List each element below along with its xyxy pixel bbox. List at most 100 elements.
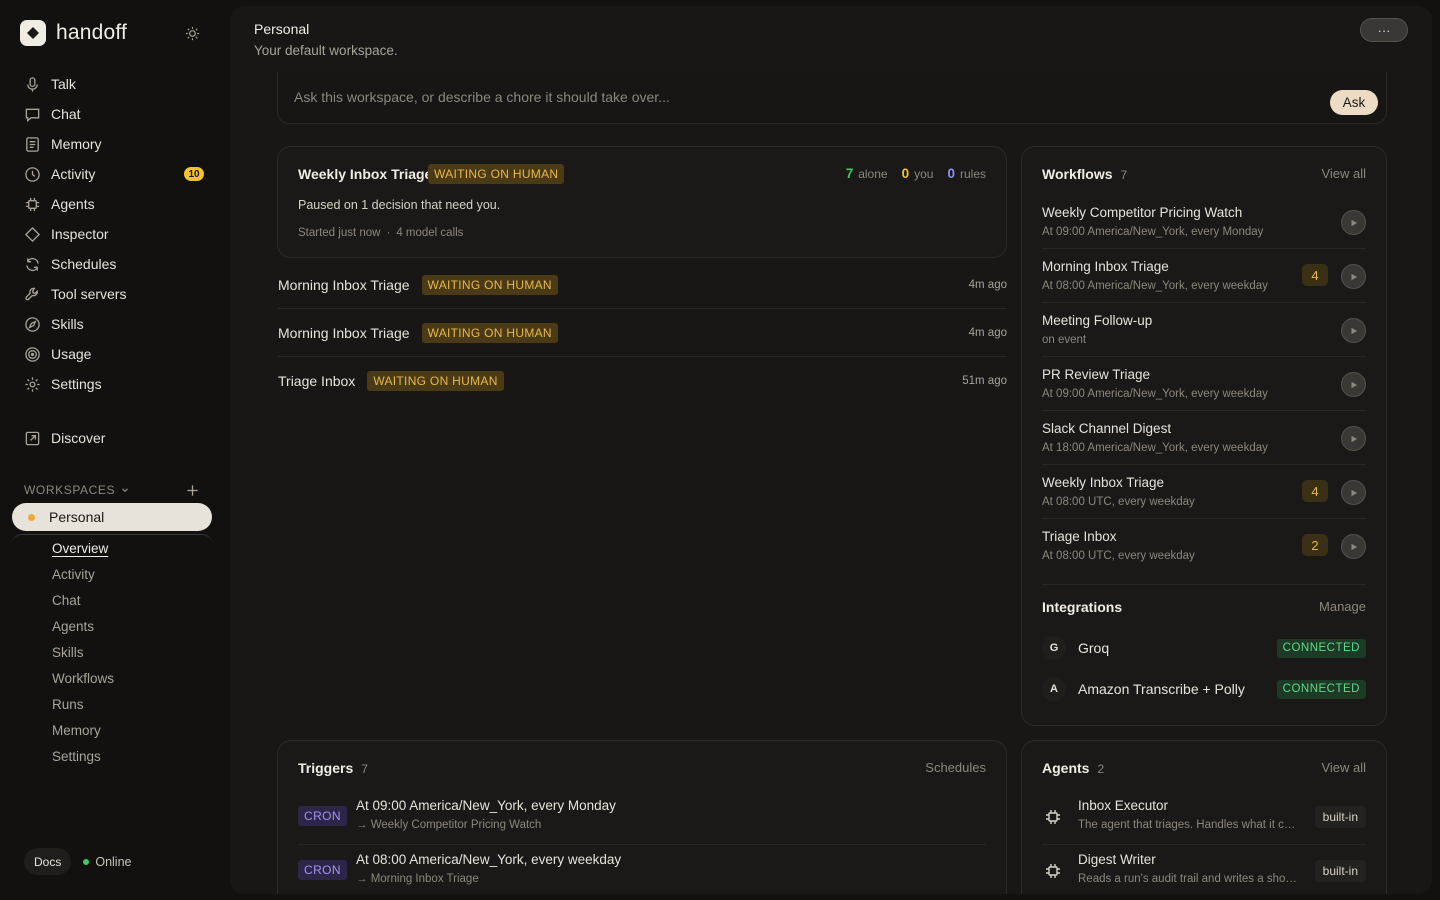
discover-section: Discover xyxy=(12,423,212,453)
active-run-card[interactable]: Weekly Inbox Triage WAITING ON HUMAN 7 a… xyxy=(277,146,1007,258)
nav-discover[interactable]: Discover xyxy=(12,423,212,453)
subnav-overview[interactable]: Overview xyxy=(12,535,212,561)
subnav-chat[interactable]: Chat xyxy=(12,587,212,613)
integration-row[interactable]: A Amazon Transcribe + Polly CONNECTED xyxy=(1042,675,1366,703)
integration-avatar: G xyxy=(1042,636,1066,660)
workflow-row[interactable]: Morning Inbox Triage At 08:00 America/Ne… xyxy=(1042,249,1366,303)
run-row[interactable]: Triage Inbox WAITING ON HUMAN 51m ago xyxy=(278,357,1007,405)
connection-status: Online xyxy=(83,855,131,869)
subnav-settings[interactable]: Settings xyxy=(12,743,212,769)
page-title: Personal xyxy=(254,21,310,37)
play-button[interactable] xyxy=(1341,480,1366,505)
trigger-target: → Weekly Competitor Pricing Watch xyxy=(356,819,542,831)
add-workspace-button[interactable] xyxy=(184,482,200,498)
nav-label: Agents xyxy=(51,196,95,212)
subnav-runs[interactable]: Runs xyxy=(12,691,212,717)
logo-icon xyxy=(20,20,46,46)
agents-title: Agents xyxy=(1042,760,1090,776)
ask-button[interactable]: Ask xyxy=(1330,90,1378,115)
workflow-row[interactable]: Slack Channel Digest At 18:00 America/Ne… xyxy=(1042,411,1366,465)
workspaces-header[interactable]: WORKSPACES xyxy=(24,482,200,498)
nav-memory[interactable]: Memory xyxy=(12,129,212,159)
subnav-activity[interactable]: Activity xyxy=(12,561,212,587)
pending-count-badge: 4 xyxy=(1302,480,1328,502)
nav-tool-servers[interactable]: Tool servers xyxy=(12,279,212,309)
brand[interactable]: handoff xyxy=(20,20,127,46)
integration-row[interactable]: G Groq CONNECTED xyxy=(1042,634,1366,662)
agents-card: Agents 2 View all Inbox Executor The age… xyxy=(1021,740,1387,894)
play-button[interactable] xyxy=(1341,426,1366,451)
workflow-schedule: At 08:00 UTC, every weekday xyxy=(1042,550,1195,562)
workflow-name: Weekly Competitor Pricing Watch xyxy=(1042,205,1243,220)
docs-button[interactable]: Docs xyxy=(24,848,72,875)
main-nav: Talk Chat Memory Activity 10 Agents Insp… xyxy=(12,69,212,399)
agent-description: Reads a run's audit trail and writes a s… xyxy=(1078,873,1298,885)
subnav-workflows[interactable]: Workflows xyxy=(12,665,212,691)
workflow-name: PR Review Triage xyxy=(1042,367,1151,382)
workflows-count: 7 xyxy=(1120,168,1128,182)
run-row-time: 51m ago xyxy=(962,375,1007,387)
ask-bar: Ask xyxy=(277,72,1387,124)
workflow-schedule: At 09:00 America/New_York, every Monday xyxy=(1042,226,1264,238)
triggers-schedules-link[interactable]: Schedules xyxy=(925,760,986,775)
subnav-agents[interactable]: Agents xyxy=(12,613,212,639)
nav-label: Usage xyxy=(51,346,92,362)
workspaces-title: WORKSPACES xyxy=(24,483,116,497)
nav-chat[interactable]: Chat xyxy=(12,99,212,129)
workspace-subnav: Overview Activity Chat Agents Skills Wor… xyxy=(12,534,212,769)
nav-talk[interactable]: Talk xyxy=(12,69,212,99)
trigger-row[interactable]: CRON At 09:00 America/New_York, every Mo… xyxy=(298,791,986,845)
workflow-row[interactable]: Weekly Inbox Triage At 08:00 UTC, every … xyxy=(1042,465,1366,519)
nav-settings[interactable]: Settings xyxy=(12,369,212,399)
connected-badge: CONNECTED xyxy=(1276,638,1366,658)
gear-icon xyxy=(24,376,41,393)
workflow-name: Meeting Follow-up xyxy=(1042,313,1153,328)
agents-view-all-link[interactable]: View all xyxy=(1321,760,1366,775)
status-text: Online xyxy=(95,854,132,869)
stat-rules-value: 0 xyxy=(947,166,955,181)
workflows-view-all-link[interactable]: View all xyxy=(1321,166,1366,181)
nav-agents[interactable]: Agents xyxy=(12,189,212,219)
triggers-card: Triggers 7 Schedules CRON At 09:00 Ameri… xyxy=(277,740,1007,894)
play-button[interactable] xyxy=(1341,264,1366,289)
plus-icon xyxy=(186,484,198,496)
ask-input[interactable] xyxy=(294,86,1294,108)
integrations-manage-link[interactable]: Manage xyxy=(1319,599,1366,614)
play-button[interactable] xyxy=(1341,372,1366,397)
trigger-schedule: At 08:00 America/New_York, every weekday xyxy=(356,852,622,867)
nav-activity[interactable]: Activity 10 xyxy=(12,159,212,189)
play-button[interactable] xyxy=(1341,318,1366,343)
stat-you-label: you xyxy=(914,167,934,181)
more-options-button[interactable]: ··· xyxy=(1360,18,1408,42)
play-button[interactable] xyxy=(1341,534,1366,559)
nav-label: Activity xyxy=(51,166,96,182)
run-row[interactable]: Morning Inbox Triage WAITING ON HUMAN 4m… xyxy=(278,309,1007,357)
workflow-row[interactable]: Meeting Follow-up on event xyxy=(1042,303,1366,357)
agent-row[interactable]: Digest Writer Reads a run's audit trail … xyxy=(1042,845,1366,894)
triggers-header: Triggers 7 xyxy=(298,760,368,776)
agents-header: Agents 2 xyxy=(1042,760,1104,776)
activity-count-badge: 10 xyxy=(184,167,204,181)
chip-icon xyxy=(1044,808,1062,826)
run-row[interactable]: Morning Inbox Triage WAITING ON HUMAN 4m… xyxy=(278,261,1007,309)
sun-icon[interactable] xyxy=(183,24,201,42)
workflow-row[interactable]: PR Review Triage At 09:00 America/New_Yo… xyxy=(1042,357,1366,411)
clock-icon xyxy=(24,166,41,183)
nav-skills[interactable]: Skills xyxy=(12,309,212,339)
nav-label: Discover xyxy=(51,430,106,446)
subnav-memory[interactable]: Memory xyxy=(12,717,212,743)
workflow-row[interactable]: Triage Inbox At 08:00 UTC, every weekday… xyxy=(1042,519,1366,573)
trigger-row[interactable]: CRON At 08:00 America/New_York, every we… xyxy=(298,845,986,894)
nav-label: Schedules xyxy=(51,256,117,272)
workflow-row[interactable]: Weekly Competitor Pricing Watch At 09:00… xyxy=(1042,195,1366,249)
subnav-skills[interactable]: Skills xyxy=(12,639,212,665)
nav-usage[interactable]: Usage xyxy=(12,339,212,369)
nav-schedules[interactable]: Schedules xyxy=(12,249,212,279)
pending-count-badge: 4 xyxy=(1302,264,1328,286)
agent-row[interactable]: Inbox Executor The agent that triages. H… xyxy=(1042,791,1366,845)
workflow-name: Weekly Inbox Triage xyxy=(1042,475,1165,490)
agent-list: Inbox Executor The agent that triages. H… xyxy=(1042,791,1366,894)
play-button[interactable] xyxy=(1341,210,1366,235)
workspace-personal[interactable]: Personal xyxy=(12,503,212,531)
nav-inspector[interactable]: Inspector xyxy=(12,219,212,249)
